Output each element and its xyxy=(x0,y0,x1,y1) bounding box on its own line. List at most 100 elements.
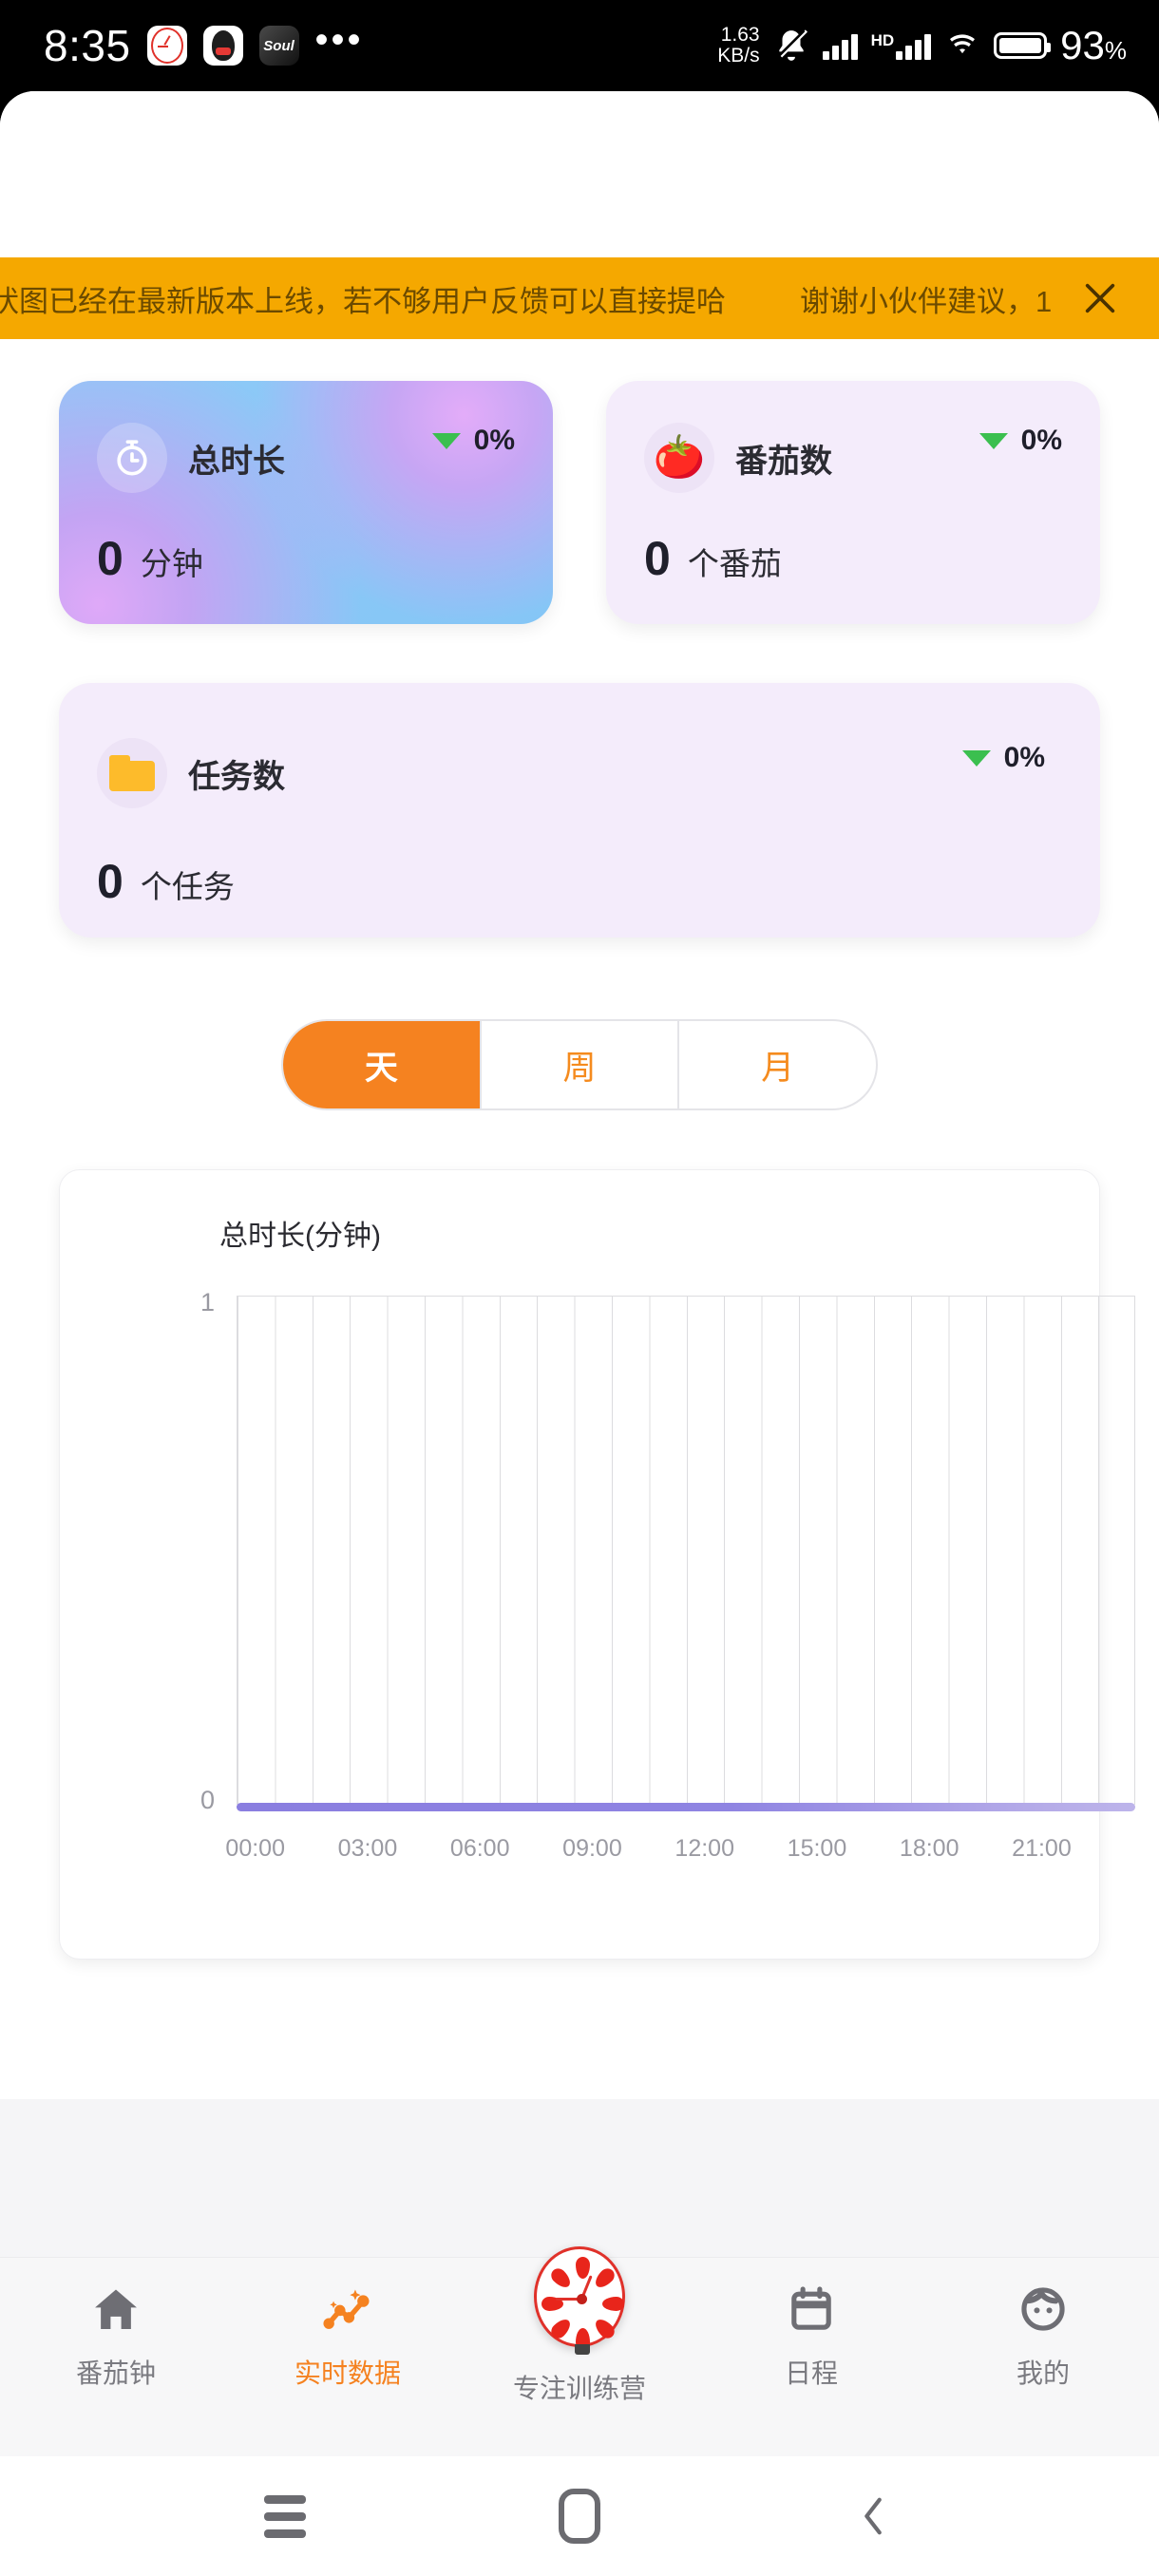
tab-week[interactable]: 周 xyxy=(482,1021,680,1108)
recents-button[interactable] xyxy=(252,2483,318,2549)
card-delta: 0% xyxy=(431,425,515,457)
status-bar-overflow-icon: ••• xyxy=(314,19,364,61)
status-bar: 8:35 Soul ••• 1.63 KB/s HD 93% xyxy=(0,0,1159,91)
recents-icon xyxy=(264,2494,306,2538)
card-value: 0 xyxy=(644,532,671,585)
card-title: 总时长 xyxy=(188,443,285,480)
x-axis-tick: 15:00 xyxy=(787,1835,847,1862)
home-nav-icon xyxy=(559,2489,600,2544)
x-axis-tick: 12:00 xyxy=(674,1835,734,1862)
card-title: 任务数 xyxy=(188,758,285,795)
top-spacer xyxy=(0,91,1159,257)
status-bar-clock: 8:35 xyxy=(44,21,131,70)
range-tabs-wrapper: 天 周 月 xyxy=(0,1019,1159,1110)
card-delta: 0% xyxy=(961,742,1045,774)
card-unit: 分钟 xyxy=(140,546,203,581)
battery-percent: 93% xyxy=(1060,23,1127,67)
card-delta-value: 0% xyxy=(1020,425,1062,456)
card-value: 0 xyxy=(97,532,124,585)
status-bar-right: 1.63 KB/s HD 93% xyxy=(717,23,1127,68)
nav-label: 专注训练营 xyxy=(512,2374,646,2403)
volte-hd-icon: HD xyxy=(871,31,932,60)
home-button[interactable] xyxy=(546,2483,613,2549)
tab-month[interactable]: 月 xyxy=(679,1021,876,1108)
nav-item-pomodoro[interactable]: 番茄钟 xyxy=(0,2258,232,2391)
announcement-banner[interactable]: 饼状图已经在最新版本上线，若不够用户反馈可以直接提哈 谢谢小伙伴建议，1 xyxy=(0,257,1159,339)
stat-card-task-count[interactable]: 任务数 0% 0 个任务 xyxy=(59,683,1100,938)
status-bar-left: 8:35 Soul ••• xyxy=(44,20,364,71)
y-axis-label-max: 1 xyxy=(200,1288,216,1316)
stat-card-tomato-count[interactable]: 🍅 番茄数 0% 0 个番茄 xyxy=(606,381,1100,624)
nav-item-focus-camp[interactable]: 专注训练营 xyxy=(464,2226,695,2406)
app-content: 饼状图已经在最新版本上线，若不够用户反馈可以直接提哈 谢谢小伙伴建议，1 总时长… xyxy=(0,91,1159,2456)
back-icon xyxy=(864,2497,882,2535)
nav-label: 实时数据 xyxy=(294,2358,401,2388)
back-button[interactable] xyxy=(841,2483,907,2549)
chart-gridlines xyxy=(237,1296,1135,1805)
tomato-glyph: 🍅 xyxy=(653,434,706,481)
nav-label: 我的 xyxy=(1016,2358,1070,2388)
stopwatch-icon xyxy=(97,423,167,493)
android-navigation-bar xyxy=(0,2456,1159,2576)
x-axis-tick: 09:00 xyxy=(562,1835,622,1862)
nav-label: 日程 xyxy=(784,2358,838,2388)
card-unit: 个番茄 xyxy=(687,546,782,581)
card-header: 任务数 xyxy=(97,738,1062,808)
x-axis-tick: 06:00 xyxy=(449,1835,510,1862)
nav-item-schedule[interactable]: 日程 xyxy=(695,2258,927,2391)
network-speed-unit: KB/s xyxy=(717,45,760,66)
card-value-row: 0 个番茄 xyxy=(644,531,1062,586)
x-axis-tick: 00:00 xyxy=(225,1835,285,1862)
card-unit: 个任务 xyxy=(140,869,235,904)
close-icon xyxy=(1085,283,1115,313)
phone-screen: 8:35 Soul ••• 1.63 KB/s HD 93% 饼状图已经在最新版… xyxy=(0,0,1159,2576)
nav-item-mine[interactable]: 我的 xyxy=(927,2258,1159,2391)
battery-icon xyxy=(994,32,1052,59)
arrow-down-icon xyxy=(431,432,461,449)
card-value-row: 0 分钟 xyxy=(97,531,515,586)
soul-app-icon: Soul xyxy=(258,26,299,66)
stat-cards-row: 总时长 0% 0 分钟 🍅 番茄数 0% 0 个番茄 xyxy=(0,339,1159,624)
person-icon xyxy=(1016,2279,1070,2339)
folder-icon xyxy=(97,738,167,808)
nav-label: 番茄钟 xyxy=(75,2358,156,2388)
card-delta: 0% xyxy=(978,425,1062,457)
qq-app-icon xyxy=(202,26,243,66)
bell-muted-icon xyxy=(773,28,809,64)
home-icon xyxy=(89,2279,142,2339)
signal-bars-icon-2 xyxy=(896,31,932,60)
chart-title: 总时长(分钟) xyxy=(219,1221,381,1252)
chart-x-axis-labels: 00:00 03:00 06:00 09:00 12:00 15:00 18:00 21:00 xyxy=(225,1835,1135,1873)
network-speed-value: 1.63 xyxy=(720,23,760,46)
folder-glyph xyxy=(109,755,155,791)
bottom-navigation: 番茄钟 实时数据 专注训练营 日程 我的 xyxy=(0,2246,1159,2456)
arrow-down-icon xyxy=(978,432,1008,449)
signal-bars-icon xyxy=(822,31,858,60)
tomato-clock-icon xyxy=(534,2246,625,2355)
banner-message-secondary: 谢谢小伙伴建议，1 xyxy=(800,284,1053,318)
chart-series-line xyxy=(237,1803,1135,1811)
card-value-row: 0 个任务 xyxy=(97,854,1062,909)
banner-close-button[interactable] xyxy=(1070,268,1130,329)
tomato-clock-app-icon xyxy=(146,26,187,66)
y-axis-label-min: 0 xyxy=(200,1786,216,1814)
x-axis-tick: 21:00 xyxy=(1012,1835,1072,1862)
calendar-icon xyxy=(785,2279,838,2339)
nav-item-realtime-data[interactable]: 实时数据 xyxy=(232,2258,464,2391)
chart-sparkle-icon xyxy=(321,2279,374,2339)
card-value: 0 xyxy=(97,855,124,908)
card-delta-value: 0% xyxy=(473,425,515,456)
range-tabs: 天 周 月 xyxy=(281,1019,878,1110)
network-speed: 1.63 KB/s xyxy=(717,23,760,66)
banner-message: 饼状图已经在最新版本上线，若不够用户反馈可以直接提哈 xyxy=(0,284,726,318)
tab-day[interactable]: 天 xyxy=(283,1021,482,1108)
wifi-icon xyxy=(944,31,980,60)
tomato-icon: 🍅 xyxy=(644,423,714,493)
volte-hd-label: HD xyxy=(870,31,895,49)
banner-marquee: 饼状图已经在最新版本上线，若不够用户反馈可以直接提哈 谢谢小伙伴建议，1 xyxy=(0,277,1070,320)
duration-chart-card[interactable]: 总时长(分钟) 1 0 00:00 03:00 06:00 09:00 12:00 15:… xyxy=(59,1169,1135,1960)
chart-plot-area xyxy=(237,1296,1135,1805)
stat-card-total-duration[interactable]: 总时长 0% 0 分钟 xyxy=(59,381,553,624)
arrow-down-icon xyxy=(961,749,991,767)
x-axis-tick: 18:00 xyxy=(899,1835,960,1862)
